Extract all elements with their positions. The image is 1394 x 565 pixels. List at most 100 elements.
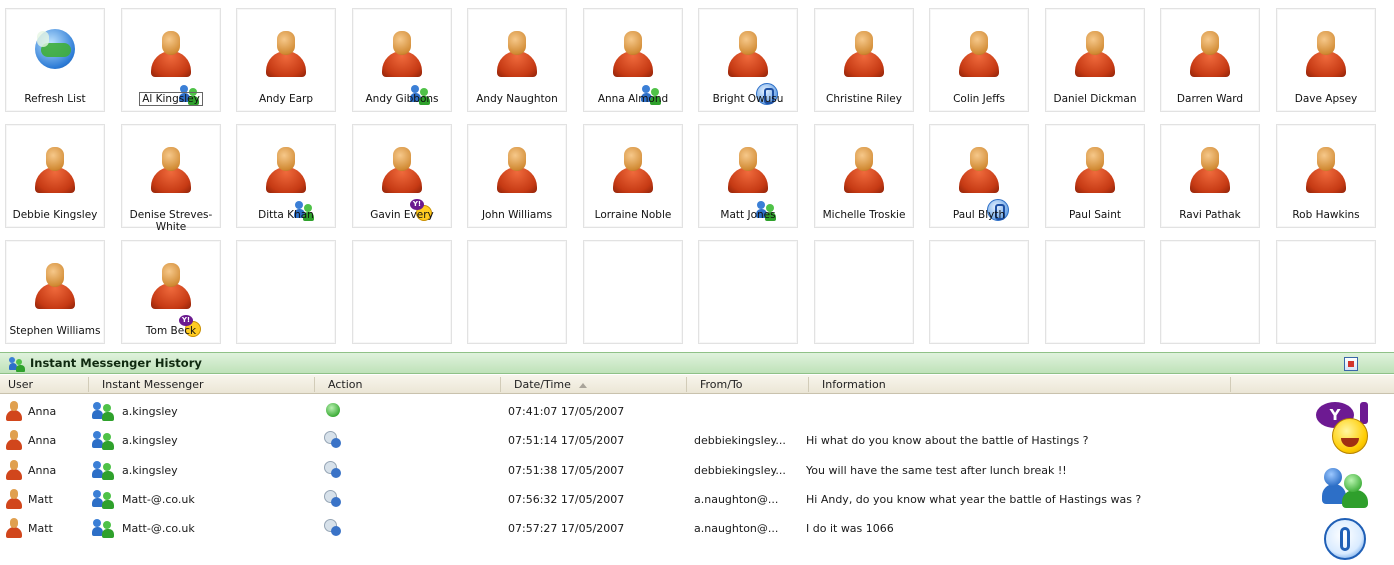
empty-contact-slot bbox=[814, 240, 914, 344]
contact-name: Tom Beck bbox=[145, 325, 197, 337]
cell-user: Matt bbox=[28, 493, 53, 506]
contact-name: Bright Owusu bbox=[712, 93, 784, 105]
user-icon bbox=[6, 518, 22, 538]
cell-from-to: debbiekingsley... bbox=[694, 434, 786, 447]
yahoo-messenger-icon: Y bbox=[1316, 402, 1374, 458]
user-icon bbox=[6, 401, 22, 421]
msn-icon bbox=[92, 430, 116, 450]
contact-tile[interactable]: Al Kingsley bbox=[121, 8, 221, 112]
msn-messenger-icon bbox=[1322, 466, 1372, 508]
cell-user: Anna bbox=[28, 464, 57, 477]
empty-contact-slot bbox=[929, 240, 1029, 344]
contact-tile[interactable]: Bright Owusu bbox=[698, 8, 798, 112]
user-avatar-icon bbox=[728, 147, 776, 221]
contact-name: Denise Streves-White bbox=[129, 209, 213, 233]
contact-tile[interactable]: Darren Ward bbox=[1160, 8, 1260, 112]
contact-tile[interactable]: Colin Jeffs bbox=[929, 8, 1029, 112]
empty-contact-slot bbox=[583, 240, 683, 344]
contact-name: Al Kingsley bbox=[139, 92, 203, 106]
message-icon bbox=[324, 519, 344, 537]
empty-contact-slot bbox=[1160, 240, 1260, 344]
contact-tile[interactable]: Ditta Khan bbox=[236, 124, 336, 228]
table-row[interactable]: Matt Matt-@.co.uk 07:56:32 17/05/2007 a.nau… bbox=[0, 486, 1300, 514]
user-icon bbox=[6, 430, 22, 450]
close-panel-button[interactable] bbox=[1344, 357, 1358, 371]
message-icon bbox=[324, 490, 344, 508]
table-row[interactable]: Matt Matt-@.co.uk 07:57:27 17/05/2007 a.nau… bbox=[0, 515, 1300, 543]
refresh-list-button[interactable]: Refresh List bbox=[5, 8, 105, 112]
contact-tile[interactable]: John Williams bbox=[467, 124, 567, 228]
contact-tile[interactable]: Anna Almond bbox=[583, 8, 683, 112]
cell-datetime: 07:57:27 17/05/2007 bbox=[508, 522, 625, 535]
contact-name: Debbie Kingsley bbox=[12, 209, 98, 221]
table-row[interactable]: Anna a.kingsley 07:51:38 17/05/2007 debbiek… bbox=[0, 457, 1300, 485]
aim-messenger-icon bbox=[1324, 518, 1366, 560]
contact-name: Dave Apsey bbox=[1294, 93, 1358, 105]
user-avatar-icon bbox=[728, 31, 778, 105]
contact-tile[interactable]: Debbie Kingsley bbox=[5, 124, 105, 228]
cell-messenger: Matt-@.co.uk bbox=[122, 493, 195, 506]
contact-tile[interactable]: Michelle Troskie bbox=[814, 124, 914, 228]
contact-tile[interactable]: Y! Tom Beck bbox=[121, 240, 221, 344]
user-avatar-icon bbox=[382, 31, 430, 105]
contact-tile[interactable]: Matt Jones bbox=[698, 124, 798, 228]
user-avatar-icon bbox=[151, 31, 199, 105]
cell-from-to: a.naughton@... bbox=[694, 522, 779, 535]
empty-contact-slot bbox=[352, 240, 452, 344]
history-panel-header: Instant Messenger History bbox=[0, 352, 1394, 374]
user-avatar-icon bbox=[959, 31, 999, 77]
contact-name: Colin Jeffs bbox=[953, 93, 1005, 105]
refresh-list-label: Refresh List bbox=[24, 93, 86, 105]
user-avatar-icon: Y! bbox=[151, 263, 201, 337]
contact-name: Matt Jones bbox=[720, 209, 776, 221]
table-row[interactable]: Anna a.kingsley 07:51:14 17/05/2007 debbiek… bbox=[0, 427, 1300, 455]
cell-messenger: Matt-@.co.uk bbox=[122, 522, 195, 535]
msn-icon bbox=[92, 489, 116, 509]
user-avatar-icon bbox=[1306, 147, 1346, 193]
contact-tile[interactable]: Denise Streves-White bbox=[121, 124, 221, 233]
msn-icon bbox=[9, 356, 25, 372]
contact-tile[interactable]: Paul Blyth bbox=[929, 124, 1029, 228]
column-date-time[interactable]: Date/Time bbox=[514, 378, 587, 391]
history-panel-title: Instant Messenger History bbox=[30, 356, 202, 370]
contact-tile[interactable]: Rob Hawkins bbox=[1276, 124, 1376, 228]
contact-tile[interactable]: Andy Earp bbox=[236, 8, 336, 112]
contact-tile[interactable]: Andy Gibbons bbox=[352, 8, 452, 112]
user-avatar-icon bbox=[844, 147, 884, 193]
user-avatar-icon bbox=[613, 31, 661, 105]
msn-icon bbox=[92, 518, 116, 538]
column-user[interactable]: User bbox=[8, 378, 33, 391]
user-avatar-icon bbox=[613, 147, 653, 193]
user-avatar-icon bbox=[844, 31, 884, 77]
cell-user: Anna bbox=[28, 405, 57, 418]
cell-information: Hi what do you know about the battle of … bbox=[806, 434, 1089, 447]
user-avatar-icon bbox=[35, 147, 75, 193]
cell-from-to: debbiekingsley... bbox=[694, 464, 786, 477]
contact-tile[interactable]: Lorraine Noble bbox=[583, 124, 683, 228]
table-row[interactable]: Anna a.kingsley 07:41:07 17/05/2007 bbox=[0, 398, 1300, 426]
contact-name: Lorraine Noble bbox=[594, 209, 672, 221]
contact-tile[interactable]: Ravi Pathak bbox=[1160, 124, 1260, 228]
contact-tile[interactable]: Dave Apsey bbox=[1276, 8, 1376, 112]
contact-name: Ditta Khan bbox=[258, 209, 314, 221]
user-avatar-icon bbox=[266, 31, 306, 77]
contact-tile[interactable]: Y! Gavin Every bbox=[352, 124, 452, 228]
column-action[interactable]: Action bbox=[328, 378, 362, 391]
contact-tile[interactable]: Andy Naughton bbox=[467, 8, 567, 112]
column-instant-messenger[interactable]: Instant Messenger bbox=[102, 378, 204, 391]
contact-name: Andy Earp bbox=[258, 93, 314, 105]
contact-tile[interactable]: Stephen Williams bbox=[5, 240, 105, 344]
empty-contact-slot bbox=[1276, 240, 1376, 344]
contact-tile[interactable]: Daniel Dickman bbox=[1045, 8, 1145, 112]
contact-tile[interactable]: Paul Saint bbox=[1045, 124, 1145, 228]
empty-contact-slot bbox=[1045, 240, 1145, 344]
cell-messenger: a.kingsley bbox=[122, 405, 178, 418]
user-icon bbox=[6, 489, 22, 509]
column-information[interactable]: Information bbox=[822, 378, 886, 391]
contact-name: Paul Blyth bbox=[952, 209, 1006, 221]
contact-name: Michelle Troskie bbox=[822, 209, 906, 221]
contact-tile[interactable]: Christine Riley bbox=[814, 8, 914, 112]
cell-information: You will have the same test after lunch … bbox=[806, 464, 1067, 477]
column-from-to[interactable]: From/To bbox=[700, 378, 743, 391]
msn-icon bbox=[92, 460, 116, 480]
